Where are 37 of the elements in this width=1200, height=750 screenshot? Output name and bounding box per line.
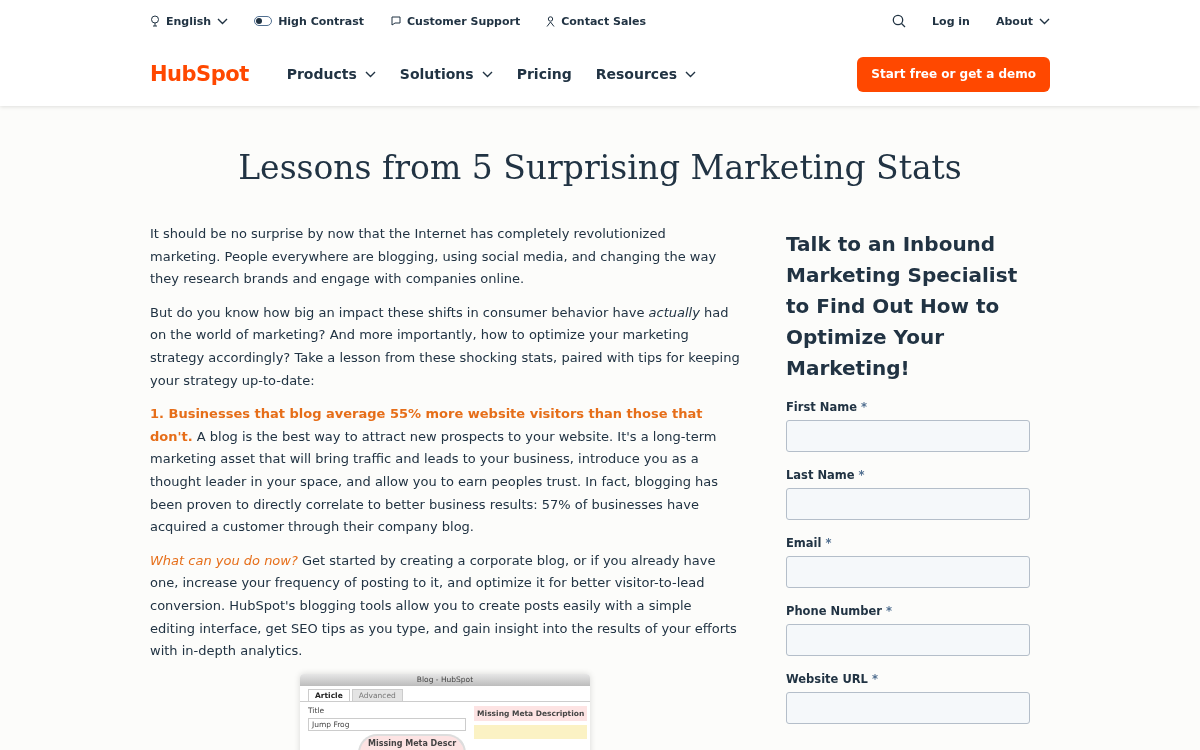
- nav-item[interactable]: Solutions: [399, 66, 493, 82]
- customer-support-link[interactable]: Customer Support: [390, 14, 521, 28]
- article-title: Lessons from 5 Surprising Marketing Stats: [237, 148, 963, 187]
- person-icon: [546, 15, 556, 27]
- high-contrast-toggle[interactable]: High Contrast: [254, 14, 365, 28]
- chat-icon: [390, 16, 402, 26]
- search-icon[interactable]: [892, 14, 907, 28]
- contact-sales-link[interactable]: Contact Sales: [546, 14, 647, 28]
- nav-item[interactable]: Products: [286, 66, 376, 82]
- login-link[interactable]: Log in: [932, 14, 970, 28]
- field-label: Website URL *: [786, 672, 879, 686]
- magnifier-callout: Missing Meta Descr: [358, 733, 467, 750]
- chevron-down-icon: [481, 70, 493, 78]
- input-field[interactable]: [786, 488, 1030, 520]
- input-field[interactable]: [786, 420, 1030, 452]
- chevron-down-icon: [1039, 17, 1050, 25]
- paragraph: What can you do now? Get started by creating a corporate blog, or if you already have one, increase your frequency of posting to it, and optimize it for better visitor-to-lead conversion. HubSpot's blogging tools allow you to create posts easily with a simple editing interface, get SEO tips as you type, and gain insight into the results of your efforts with in-depth analytics.: [150, 551, 738, 661]
- chevron-down-icon: [217, 17, 229, 25]
- contrast-toggle-icon: [254, 16, 273, 26]
- field-label: Phone Number *: [786, 604, 894, 618]
- about-link[interactable]: About: [995, 14, 1050, 28]
- field-label: First Name *: [786, 400, 868, 414]
- language-link[interactable]: English: [150, 14, 229, 28]
- nav-item[interactable]: Resources: [595, 66, 696, 82]
- input-field[interactable]: [786, 624, 1030, 656]
- paragraph: It should be no surprise by now that the Internet has completely revolutionized marketing. People everywhere are blogging, using social media, and changing the way they research brands and engage with companies online.: [150, 225, 718, 289]
- nav-item[interactable]: Pricing: [516, 66, 572, 82]
- paragraph: 1. Businesses that blog average 55% more website visitors than those that don't. A blog is the best way to attract new prospects to your website. It's a long-term marketing asset that will bring traffic and leads to your business, introduce you as a thought leader in your space, and allow you to earn peoples trust. In fact, blogging has been proven to directly correlate to better business results: 57% of businesses have acquired a customer through their company blog.: [150, 405, 720, 537]
- input-field[interactable]: [786, 556, 1030, 588]
- input-field[interactable]: [786, 692, 1030, 724]
- chevron-down-icon: [685, 70, 696, 78]
- paragraph: But do you know how big an impact these shifts in consumer behavior have actually had on the world of marketing? And more importantly, how to optimize your marketing strategy accordingly? Take a lesson from these shocking stats, paired with tips for keeping your strategy up-to-date:: [150, 303, 740, 390]
- globe-icon: [150, 15, 160, 27]
- chevron-down-icon: [364, 70, 376, 78]
- form-heading: Talk to an Inbound Marketing Specialist to Find Out How to Optimize Your Marketing!: [786, 231, 1019, 382]
- field-label: Last Name *: [786, 468, 866, 482]
- field-label: Email *: [786, 536, 833, 550]
